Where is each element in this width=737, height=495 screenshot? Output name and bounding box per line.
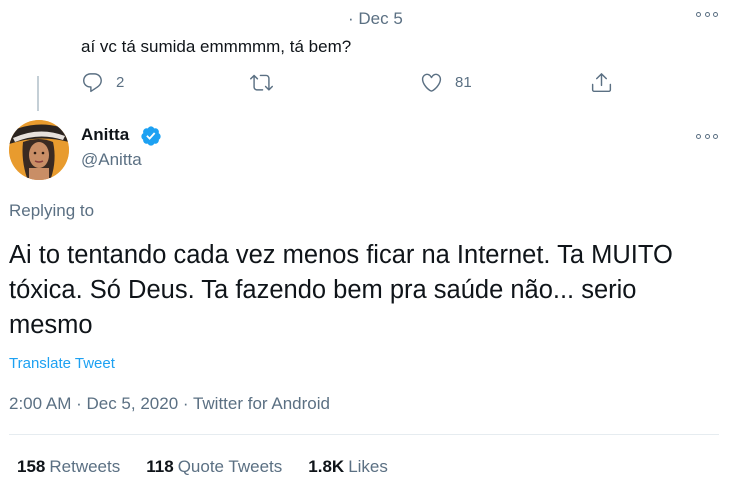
like-button[interactable]: 81 <box>420 69 472 95</box>
quote-tweets-label: Quote Tweets <box>177 457 283 476</box>
author-name[interactable]: Anitta <box>81 125 129 145</box>
likes-count: 1.8K <box>308 457 345 476</box>
tweet-more-icon[interactable] <box>696 128 718 144</box>
parent-more-icon[interactable] <box>696 6 718 22</box>
retweets-stat[interactable]: 158 Retweets <box>17 457 120 477</box>
divider <box>9 434 719 435</box>
tweet-timestamp[interactable]: 2:00 AM · Dec 5, 2020 · Twitter for Andr… <box>9 394 330 414</box>
retweets-count: 158 <box>17 457 46 476</box>
translate-tweet-link[interactable]: Translate Tweet <box>9 355 115 372</box>
tweet-stats: 158 Retweets 118 Quote Tweets 1.8K Likes <box>17 457 414 477</box>
likes-stat[interactable]: 1.8K Likes <box>308 457 388 477</box>
heart-icon <box>421 73 442 92</box>
thread-line <box>37 76 39 111</box>
share-button[interactable] <box>590 69 613 95</box>
share-icon <box>591 72 612 92</box>
parent-tweet-text: aí vc tá sumida emmmmm, tá bem? <box>81 37 352 56</box>
reply-count: 2 <box>116 73 125 91</box>
quote-tweets-count: 118 <box>146 457 174 476</box>
retweet-icon <box>250 74 273 91</box>
retweet-button[interactable] <box>250 69 285 95</box>
avatar[interactable] <box>9 120 69 180</box>
reply-button[interactable]: 2 <box>81 69 124 95</box>
author-handle[interactable]: @Anitta <box>81 150 142 170</box>
likes-label: Likes <box>348 457 388 476</box>
reply-icon <box>83 72 102 92</box>
verified-badge-icon <box>141 126 161 146</box>
retweets-label: Retweets <box>49 457 121 476</box>
like-count: 81 <box>455 73 472 91</box>
replying-to-label: Replying to <box>9 201 95 220</box>
tweet-text: Ai to tentando cada vez menos ficar na I… <box>9 241 673 339</box>
parent-tweet-date[interactable]: · Dec 5 <box>348 9 403 29</box>
quote-tweets-stat[interactable]: 118 Quote Tweets <box>146 457 282 477</box>
